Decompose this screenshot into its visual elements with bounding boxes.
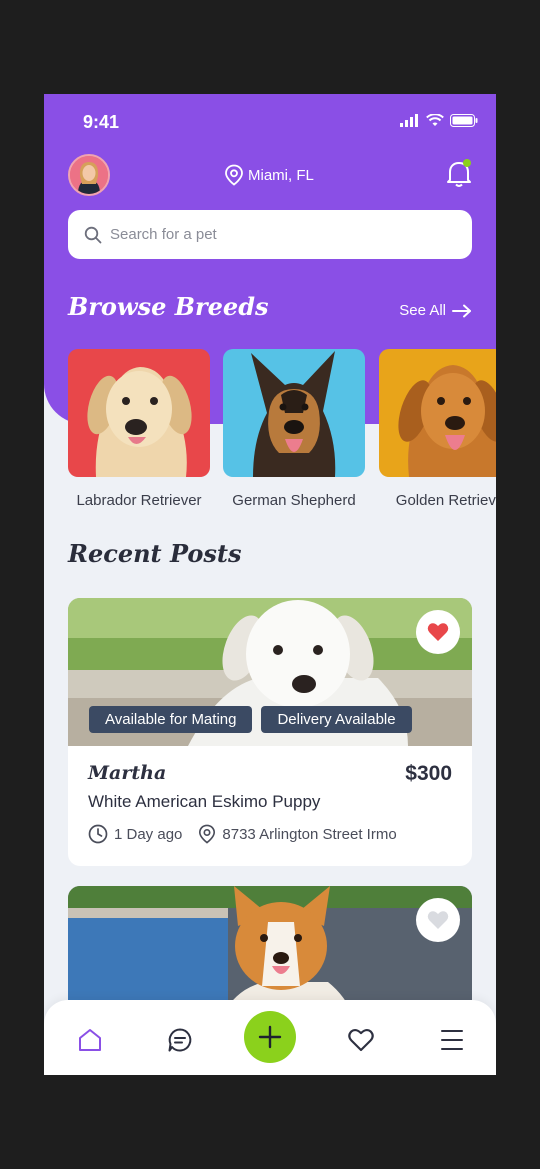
wifi-icon (426, 114, 444, 126)
breed-image (379, 349, 496, 477)
plus-icon (258, 1025, 282, 1049)
home-icon (79, 1029, 101, 1051)
see-all-label: See All (399, 302, 446, 319)
menu-icon (441, 1030, 463, 1050)
top-header: Miami, FL (44, 152, 496, 198)
battery-icon (450, 114, 478, 127)
post-meta: 1 Day ago 8733 Arlington Street Irmo (88, 824, 397, 844)
location-pin-icon (225, 164, 243, 186)
tag-badge: Available for Mating (89, 706, 253, 733)
breed-card-german-shepherd[interactable]: German Shepherd (223, 349, 365, 509)
status-time: 9:41 (83, 112, 120, 132)
location-pin-icon (199, 824, 216, 844)
post-time: 1 Day ago (114, 825, 183, 843)
location-label: Miami, FL (248, 166, 314, 184)
breed-name: Golden Retrieve (395, 492, 496, 509)
tag-badge: Delivery Available (261, 706, 412, 733)
clock-icon (88, 824, 108, 844)
breed-name: Labrador Retriever (76, 492, 202, 509)
nav-messages[interactable] (166, 1026, 194, 1054)
german-shepherd-photo-icon (251, 351, 336, 477)
avatar[interactable] (68, 154, 110, 196)
see-all-link[interactable]: See All (399, 302, 472, 319)
breed-card-labrador[interactable]: Labrador Retriever (68, 349, 210, 509)
notifications-button[interactable] (446, 158, 472, 188)
location-selector[interactable]: Miami, FL (224, 164, 314, 186)
add-post-button[interactable] (244, 1011, 296, 1063)
golden-retriever-photo-icon (398, 365, 496, 477)
breed-image (223, 349, 365, 477)
search-input[interactable] (110, 226, 450, 243)
status-icons (400, 114, 478, 127)
post-address: 8733 Arlington Street Irmo (222, 825, 397, 843)
breeds-carousel[interactable]: Labrador Retriever German Shepherd Golde… (68, 349, 496, 519)
favorite-button[interactable] (416, 610, 460, 654)
bottom-nav (44, 1000, 496, 1075)
heart-outline-icon (348, 1028, 374, 1052)
app-screen: 9:41 Miami, FL Browse Breeds See (44, 94, 496, 1075)
labrador-photo-icon (87, 367, 192, 477)
post-price: $300 (405, 762, 452, 785)
status-bar: 9:41 (44, 94, 496, 150)
search-icon (84, 226, 102, 243)
chat-icon (168, 1028, 192, 1052)
heart-filled-icon (427, 623, 449, 641)
nav-menu[interactable] (438, 1026, 466, 1054)
breed-card-golden-retriever[interactable]: Golden Retrieve (379, 349, 496, 509)
favorite-button[interactable] (416, 898, 460, 942)
recent-posts-title: Recent Posts (68, 539, 242, 568)
arrow-right-icon (452, 304, 471, 317)
post-title: White American Eskimo Puppy (88, 792, 321, 811)
post-card[interactable]: Available for Mating Delivery Available … (68, 598, 472, 866)
breed-image (68, 349, 210, 477)
signal-icon (400, 114, 418, 127)
nav-home[interactable] (76, 1026, 104, 1054)
post-owner: Martha (88, 762, 167, 784)
post-image: Available for Mating Delivery Available (68, 598, 472, 746)
browse-breeds-title: Browse Breeds (68, 292, 269, 321)
heart-icon (427, 911, 449, 929)
user-photo-icon (70, 156, 108, 194)
search-bar[interactable] (68, 210, 472, 259)
nav-favorites[interactable] (347, 1026, 375, 1054)
post-tags: Available for Mating Delivery Available (89, 706, 412, 733)
bell-icon (447, 159, 471, 187)
breed-name: German Shepherd (232, 492, 356, 509)
